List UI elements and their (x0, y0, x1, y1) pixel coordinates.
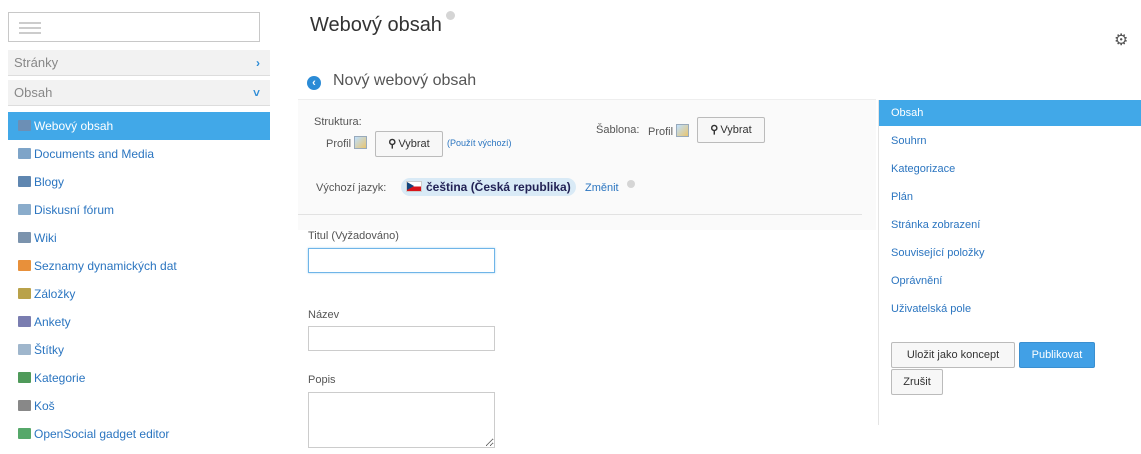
section-link[interactable]: Kategorizace (879, 156, 1141, 182)
forum-icon (18, 204, 31, 215)
sidebar-item-label: Wiki (34, 231, 57, 245)
polls-icon (18, 316, 31, 327)
sidebar-item[interactable]: OpenSocial gadget editor (8, 420, 270, 448)
bookmarks-icon (18, 288, 31, 299)
sidebar-item-label: Diskusní fórum (34, 203, 115, 217)
tags-icon (18, 344, 31, 355)
sidebar-item-label: OpenSocial gadget editor (34, 427, 170, 441)
ddl-icon (18, 260, 31, 271)
name-input[interactable] (308, 326, 495, 351)
description-textarea[interactable] (308, 392, 495, 448)
sidebar-item-label: Štítky (34, 343, 65, 357)
default-language-label: Výchozí jazyk: (316, 182, 387, 194)
section-link[interactable]: Obsah (879, 100, 1141, 126)
name-label: Název (308, 309, 340, 321)
help-icon[interactable] (627, 180, 635, 188)
structure-select-button[interactable]: ⚲ Vybrat (375, 131, 443, 157)
sidebar-item[interactable]: Webový obsah (8, 112, 270, 140)
sidebar: Stránky › Obsah ˅ Webový obsah Documents … (0, 0, 272, 454)
sidebar-item-label: Documents and Media (34, 147, 155, 161)
blogs-icon (18, 176, 31, 187)
sidebar-item[interactable]: Blogy (8, 168, 270, 196)
categories-icon (18, 372, 31, 383)
sidebar-item-label: Záložky (34, 287, 76, 301)
gadget-icon (18, 428, 31, 439)
sidebar-item[interactable]: Documents and Media (8, 140, 270, 168)
web-content-icon (18, 120, 31, 131)
search-icon: ⚲ (710, 124, 719, 136)
save-draft-button[interactable]: Uložit jako koncept (891, 342, 1015, 368)
section-link[interactable]: Plán (879, 184, 1141, 210)
template-select-button[interactable]: ⚲ Vybrat (697, 117, 765, 143)
template-image-icon (676, 124, 690, 137)
sidebar-item-label: Ankety (34, 315, 71, 329)
sidebar-item[interactable]: Wiki (8, 224, 270, 252)
sidebar-item-label: Kategorie (34, 371, 86, 385)
sidebar-item[interactable]: Štítky (8, 336, 270, 364)
panel-pages[interactable]: Stránky › (8, 50, 270, 76)
help-icon[interactable] (446, 11, 455, 20)
sidebar-item[interactable]: Koš (8, 392, 270, 420)
use-default-link[interactable]: (Použít výchozí) (447, 138, 512, 148)
section-link[interactable]: Stránka zobrazení (879, 212, 1141, 238)
panel-content-label: Obsah (14, 85, 53, 100)
sidebar-item[interactable]: Záložky (8, 280, 270, 308)
title-label: Titul (Vyžadováno) (308, 230, 399, 242)
subtitle: Nový webový obsah (333, 72, 477, 89)
language-chip: čeština (Česká republika) (401, 178, 576, 196)
structure-select-label: Vybrat (398, 138, 430, 150)
template-name: Profil (648, 126, 674, 138)
sidebar-item-label: Blogy (34, 175, 65, 189)
section-link[interactable]: Oprávnění (879, 268, 1141, 294)
cancel-button[interactable]: Zrušit (891, 369, 943, 395)
page-title: Webový obsah (310, 14, 442, 36)
section-link[interactable]: Souhrn (879, 128, 1141, 154)
gear-icon[interactable]: ⚙ (1114, 30, 1128, 50)
documents-icon (18, 148, 31, 159)
sidebar-toggle-button[interactable] (8, 12, 260, 42)
description-label: Popis (308, 374, 336, 386)
wiki-icon (18, 232, 31, 243)
sidebar-item[interactable]: Ankety (8, 308, 270, 336)
sidebar-item-label: Webový obsah (34, 119, 114, 133)
sidebar-menu: Webový obsah Documents and Media Blogy Disk… (8, 112, 270, 448)
search-icon: ⚲ (388, 138, 397, 150)
template-value: Profil (648, 124, 690, 138)
trash-icon (18, 400, 31, 411)
section-link[interactable]: Související položky (879, 240, 1141, 266)
back-icon[interactable]: ‹ (307, 76, 321, 90)
title-input[interactable] (308, 248, 495, 273)
czech-flag-icon (406, 181, 422, 192)
sidebar-item[interactable]: Seznamy dynamických dat (8, 252, 270, 280)
structure-label: Struktura: (314, 116, 362, 128)
template-select-label: Vybrat (720, 124, 752, 136)
section-link[interactable]: Uživatelská pole (879, 296, 1141, 322)
change-language-link[interactable]: Změnit (585, 182, 619, 194)
template-label: Šablona: (596, 124, 640, 136)
structure-value: Profil (326, 136, 368, 150)
sidebar-item-label: Seznamy dynamických dat (34, 259, 177, 273)
structure-template-area (298, 99, 876, 230)
sidebar-item[interactable]: Kategorie (8, 364, 270, 392)
structure-name: Profil (326, 138, 352, 150)
chevron-down-icon: ˅ (252, 86, 260, 100)
panel-pages-label: Stránky (14, 55, 59, 70)
sidebar-item-label: Koš (34, 399, 55, 413)
panel-content[interactable]: Obsah ˅ (8, 80, 270, 106)
structure-image-icon (354, 136, 368, 149)
divider (298, 214, 862, 215)
language-value: čeština (Česká republika) (426, 180, 571, 194)
publish-button[interactable]: Publikovat (1019, 342, 1095, 368)
chevron-right-icon: › (256, 56, 260, 70)
hamburger-icon (19, 22, 41, 37)
sidebar-item[interactable]: Diskusní fórum (8, 196, 270, 224)
